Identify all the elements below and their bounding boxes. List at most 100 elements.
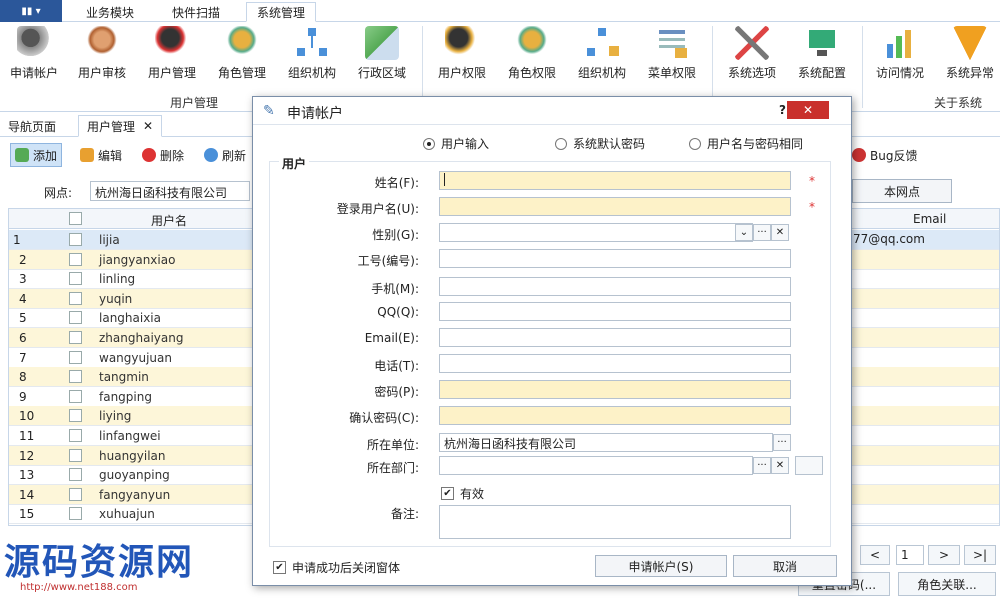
confirm-password-field[interactable] — [439, 406, 791, 425]
radio-default-password[interactable]: 系统默认密码 — [555, 135, 645, 152]
row-checkbox[interactable] — [69, 507, 82, 521]
phone-field[interactable] — [439, 354, 791, 373]
apply-account-dialog: ✎ 申请帐户 ? ✕ 用户输入 系统默认密码 用户名与密码相同 用户 姓名(F)… — [252, 96, 852, 586]
row-checkbox[interactable] — [69, 272, 82, 286]
ellipsis-icon[interactable]: ··· — [753, 457, 771, 474]
row-checkbox[interactable] — [69, 291, 82, 305]
tab-business-modules[interactable]: 业务模块 — [76, 2, 144, 22]
system-options-button[interactable]: 系统选项 — [718, 26, 786, 81]
radio-selected-icon — [423, 137, 435, 150]
qq-field[interactable] — [439, 302, 791, 321]
site-field[interactable]: 杭州海日函科技有限公司 — [90, 181, 250, 201]
user-permission-button[interactable]: 用户权限 — [428, 26, 496, 81]
bug-report-button[interactable]: Bug反馈 — [848, 143, 921, 167]
refresh-button[interactable]: 刷新 — [200, 143, 250, 167]
role-permission-button[interactable]: 角色权限 — [498, 26, 566, 81]
row-checkbox[interactable] — [69, 389, 82, 403]
role-management-button[interactable]: 角色管理 — [208, 26, 276, 81]
company-field[interactable]: 杭州海日函科技有限公司 — [439, 433, 773, 452]
row-checkbox[interactable] — [69, 468, 82, 482]
tab-user-management[interactable]: 用户管理 ✕ — [78, 115, 163, 137]
this-site-button[interactable]: 本网点 — [852, 179, 952, 203]
chevron-down-icon[interactable]: ⌄ — [735, 224, 753, 241]
email-field[interactable] — [439, 328, 791, 347]
radio-same-as-username[interactable]: 用户名与密码相同 — [689, 135, 803, 152]
employee-code-label: 工号(编号): — [357, 254, 419, 268]
org-structure-button[interactable]: 组织机构 — [278, 26, 346, 81]
admin-region-button[interactable]: 行政区域 — [348, 26, 416, 81]
row-checkbox[interactable] — [69, 233, 82, 246]
fieldset-legend: 用户 — [279, 155, 310, 172]
username-cell: linfangwei — [99, 429, 161, 443]
user-search-icon — [85, 26, 119, 60]
prev-page-button[interactable]: < — [860, 545, 890, 565]
add-button[interactable]: 添加 — [10, 143, 63, 167]
row-checkbox[interactable] — [69, 331, 82, 344]
clear-icon[interactable]: ✕ — [771, 224, 789, 241]
username-cell: huangyilan — [99, 448, 166, 463]
row-checkbox[interactable] — [69, 350, 82, 364]
row-checkbox[interactable] — [69, 409, 82, 423]
department-extra-button[interactable] — [795, 456, 823, 475]
row-checkbox[interactable] — [69, 311, 82, 325]
refresh-icon — [204, 148, 218, 162]
column-header-username[interactable]: 用户名 — [151, 212, 187, 229]
site-label: 网点: — [44, 186, 73, 200]
username-cell: guoyanping — [99, 468, 170, 483]
name-field[interactable] — [439, 171, 791, 190]
system-config-button[interactable]: 系统配置 — [788, 26, 856, 81]
apply-account-button[interactable]: 申请帐户 — [0, 26, 68, 81]
tab-system-management[interactable]: 系统管理 — [246, 2, 317, 22]
user-management-button[interactable]: 用户管理 — [138, 26, 206, 81]
add-icon — [15, 148, 29, 162]
row-checkbox[interactable] — [69, 252, 82, 266]
tab-navigation-page[interactable]: 导航页面 — [0, 115, 64, 137]
dialog-close-button[interactable]: ✕ — [787, 101, 829, 119]
password-field[interactable] — [439, 380, 791, 399]
column-header-email[interactable]: Email — [913, 212, 946, 226]
org-permission-button[interactable]: 组织机构 — [568, 26, 636, 81]
valid-checkbox[interactable]: ✔ 有效 — [441, 485, 484, 502]
row-checkbox[interactable] — [69, 448, 82, 462]
select-all-checkbox[interactable] — [69, 212, 82, 225]
ellipsis-icon[interactable]: ··· — [773, 434, 791, 451]
app-menu-button[interactable]: ▮▮ ▾ — [0, 0, 62, 22]
delete-button[interactable]: 删除 — [138, 143, 188, 167]
email-label: Email(E): — [364, 331, 419, 345]
radio-empty-icon — [689, 137, 701, 150]
department-field[interactable] — [439, 456, 753, 475]
row-checkbox[interactable] — [69, 429, 82, 442]
cancel-button[interactable]: 取消 — [733, 555, 837, 577]
help-icon[interactable]: ? — [779, 103, 786, 117]
row-checkbox[interactable] — [69, 487, 82, 501]
edit-button[interactable]: 编辑 — [76, 143, 126, 167]
close-after-success-checkbox[interactable]: ✔ 申请成功后关闭窗体 — [273, 559, 400, 576]
department-label: 所在部门: — [366, 461, 419, 475]
close-tab-icon[interactable]: ✕ — [143, 119, 153, 133]
qq-label: QQ(Q): — [377, 305, 419, 319]
submit-apply-button[interactable]: 申请帐户(S) — [595, 555, 727, 577]
user-review-button[interactable]: 用户审核 — [68, 26, 136, 81]
row-checkbox[interactable] — [69, 370, 82, 384]
ellipsis-icon[interactable]: ··· — [753, 224, 771, 241]
next-page-button[interactable]: > — [928, 545, 960, 565]
access-stats-button[interactable]: 访问情况 — [866, 26, 934, 81]
remark-field[interactable] — [439, 505, 791, 539]
employee-code-field[interactable] — [439, 249, 791, 268]
page-number-input[interactable]: 1 — [896, 545, 924, 565]
tab-express-scan[interactable]: 快件扫描 — [162, 2, 230, 22]
gender-select[interactable] — [439, 223, 753, 242]
login-name-field[interactable] — [439, 197, 791, 216]
radio-user-input[interactable]: 用户输入 — [423, 135, 489, 152]
user-key-icon — [445, 26, 479, 60]
monitor-config-icon — [805, 26, 839, 60]
role-link-button[interactable]: 角色关联... — [898, 572, 996, 596]
username-cell: liying — [99, 409, 132, 424]
mobile-label: 手机(M): — [371, 282, 419, 296]
menu-permission-button[interactable]: 菜单权限 — [638, 26, 706, 81]
system-exception-button[interactable]: 系统异常 — [936, 26, 1000, 81]
clear-icon[interactable]: ✕ — [771, 457, 789, 474]
last-page-button[interactable]: >| — [964, 545, 996, 565]
mobile-field[interactable] — [439, 277, 791, 296]
phone-label: 电话(T): — [374, 359, 419, 373]
